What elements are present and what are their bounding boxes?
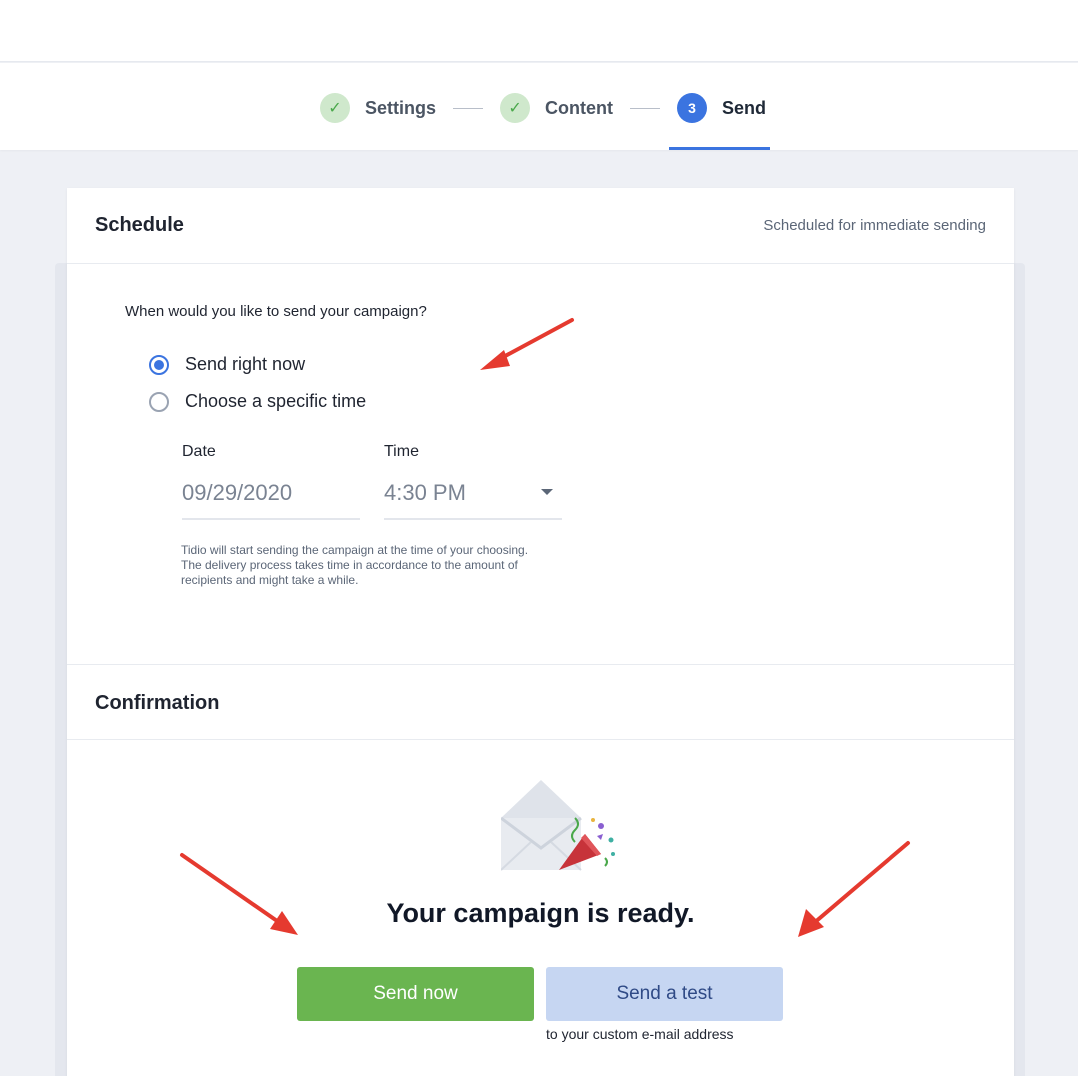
confirmation-title: Confirmation <box>95 692 220 714</box>
send-test-note: to your custom e-mail address <box>546 1026 734 1042</box>
schedule-status: Scheduled for immediate sending <box>763 217 986 234</box>
check-icon: ✓ <box>320 93 350 123</box>
time-select[interactable]: 4:30 PM <box>384 480 466 506</box>
time-label: Time <box>384 443 419 460</box>
send-now-button[interactable]: Send now <box>297 967 534 1021</box>
step-label: Content <box>545 97 613 118</box>
steps: ✓ Settings ✓ Content 3 Send <box>320 92 766 124</box>
radio-label: Send right now <box>185 354 306 374</box>
radio-choose-specific-time[interactable]: Choose a specific time <box>149 391 366 412</box>
schedule-title: Schedule <box>95 214 184 236</box>
active-step-indicator <box>669 147 770 150</box>
schedule-question: When would you like to send your campaig… <box>125 303 427 320</box>
radio-button[interactable] <box>149 354 169 375</box>
confirmation-header: Confirmation <box>67 664 1014 740</box>
step-number-badge: 3 <box>677 93 707 123</box>
step-separator <box>453 107 484 109</box>
send-test-button[interactable]: Send a test <box>546 967 783 1021</box>
step-send[interactable]: 3 Send <box>677 93 766 123</box>
date-field[interactable]: 09/29/2020 <box>182 480 292 506</box>
date-label: Date <box>182 443 216 460</box>
schedule-help-text: Tidio will start sending the campaign at… <box>181 543 529 587</box>
date-field-underline <box>182 518 360 520</box>
radio-send-right-now[interactable]: Send right now <box>149 354 305 375</box>
time-field-underline <box>384 518 562 520</box>
campaign-send-card: Schedule Scheduled for immediate sending… <box>67 188 1014 1076</box>
step-settings[interactable]: ✓ Settings <box>320 93 436 123</box>
caret-down-icon[interactable] <box>541 489 553 495</box>
step-separator <box>630 107 660 109</box>
top-bar <box>0 0 1078 62</box>
envelope-icon <box>501 780 615 871</box>
campaign-ready-title: Your campaign is ready. <box>386 898 695 928</box>
step-content[interactable]: ✓ Content <box>500 93 613 123</box>
radio-label: Choose a specific time <box>185 391 367 411</box>
check-icon: ✓ <box>500 93 531 123</box>
schedule-header: Schedule Scheduled for immediate sending <box>67 188 1014 264</box>
step-navigation: ✓ Settings ✓ Content 3 Send <box>0 63 1078 150</box>
radio-button[interactable] <box>149 391 169 412</box>
step-label: Send <box>722 97 767 118</box>
step-label: Settings <box>365 97 437 118</box>
